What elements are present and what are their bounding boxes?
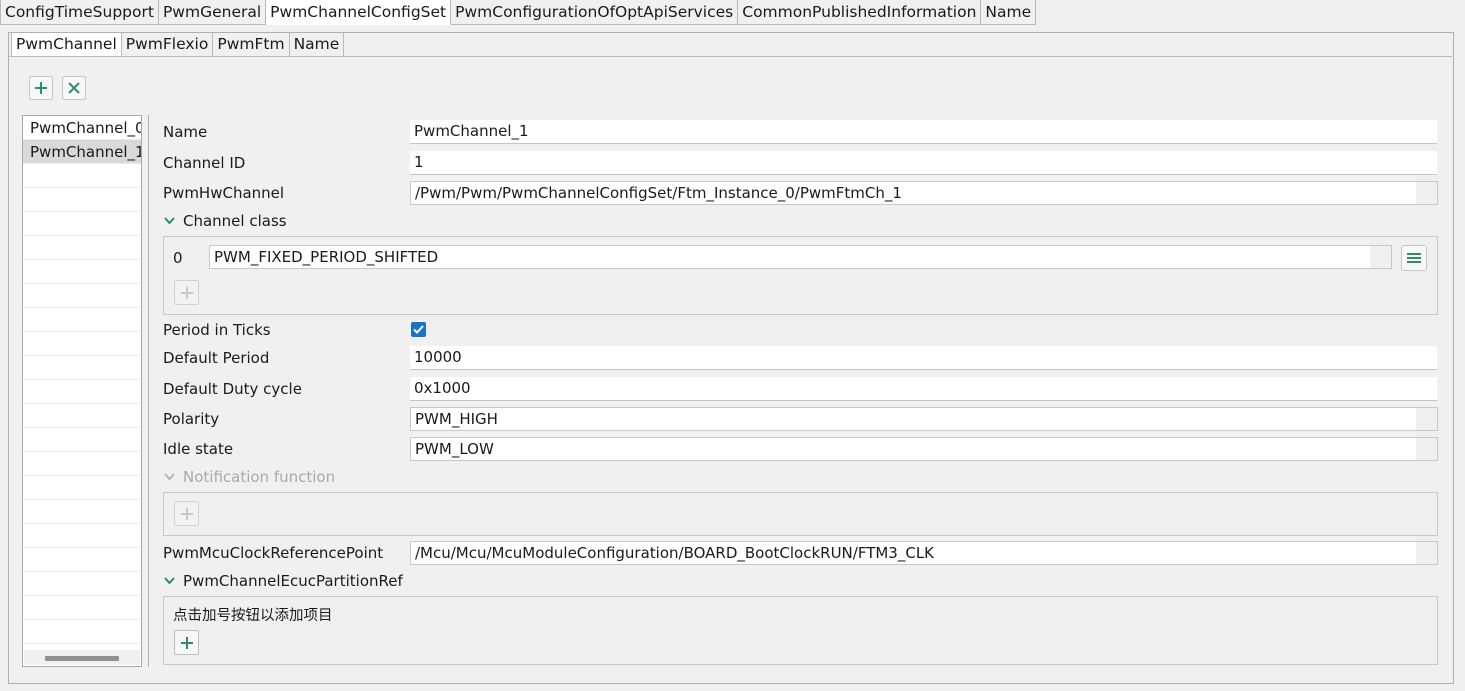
hw-channel-field[interactable]: /Pwm/Pwm/PwmChannelConfigSet/Ftm_Instanc…	[410, 181, 1438, 205]
chevron-down-icon	[164, 217, 175, 225]
clock-ref-picker[interactable]	[1416, 542, 1437, 564]
notification-add-button[interactable]	[174, 501, 199, 526]
channel-class-value: PWM_FIXED_PERIOD_SHIFTED	[214, 248, 439, 266]
polarity-value: PWM_HIGH	[415, 410, 498, 428]
list-empty-row	[23, 572, 141, 596]
idle-state-value: PWM_LOW	[415, 440, 494, 458]
scrollbar-thumb[interactable]	[45, 656, 119, 661]
idle-state-label: Idle state	[163, 440, 234, 458]
list-empty-row	[23, 596, 141, 620]
list-horizontal-scrollbar[interactable]	[24, 650, 140, 665]
list-empty-row	[23, 428, 141, 452]
list-empty-row	[23, 500, 141, 524]
tab-common-published-information[interactable]: CommonPublishedInformation	[738, 0, 982, 25]
list-empty-row	[23, 188, 141, 212]
list-empty-row	[23, 164, 141, 188]
channel-class-index: 0	[173, 249, 183, 267]
list-empty-row	[23, 524, 141, 548]
tab-pwm-configuration-of-opt-api-services[interactable]: PwmConfigurationOfOptApiServices	[451, 0, 739, 25]
list-empty-row	[23, 404, 141, 428]
name-field[interactable]: PwmChannel_1	[410, 120, 1437, 144]
list-item-pwm-channel-1[interactable]: PwmChannel_1	[23, 140, 141, 164]
subtab-pwm-ftm[interactable]: PwmFtm	[213, 33, 290, 56]
default-period-field[interactable]: 10000	[410, 346, 1437, 370]
list-empty-row	[23, 260, 141, 284]
x-icon	[68, 82, 80, 94]
list-empty-row	[23, 380, 141, 404]
partition-ref-title: PwmChannelEcucPartitionRef	[183, 572, 403, 590]
subtab-pwm-channel[interactable]: PwmChannel	[11, 33, 122, 56]
channel-list[interactable]: PwmChannel_0 PwmChannel_1	[22, 115, 142, 667]
list-item-pwm-channel-0[interactable]: PwmChannel_0	[23, 116, 141, 140]
partition-ref-hint: 点击加号按钮以添加项目	[173, 608, 333, 624]
default-duty-field[interactable]: 0x1000	[410, 377, 1437, 401]
notification-section-header[interactable]: Notification function	[164, 468, 335, 486]
clock-ref-label: PwmMcuClockReferencePoint	[163, 544, 384, 562]
polarity-label: Polarity	[163, 410, 220, 428]
sub-tab-bar: PwmChannel PwmFlexio PwmFtm Name	[11, 33, 345, 57]
idle-state-select[interactable]: PWM_LOW	[410, 437, 1438, 461]
channel-class-add-button[interactable]	[174, 280, 199, 305]
plus-icon	[35, 82, 47, 94]
checkmark-icon	[413, 325, 424, 334]
channel-class-field[interactable]: PWM_FIXED_PERIOD_SHIFTED	[209, 245, 1392, 269]
polarity-dropdown[interactable]	[1416, 408, 1437, 430]
tab-config-time-support[interactable]: ConfigTimeSupport	[0, 0, 159, 25]
hw-channel-label: PwmHwChannel	[163, 184, 285, 202]
partition-ref-group	[163, 596, 1438, 665]
period-in-ticks-label: Period in Ticks	[163, 321, 271, 339]
tab-name[interactable]: Name	[981, 0, 1037, 25]
chevron-down-icon	[164, 473, 175, 481]
list-empty-row	[23, 332, 141, 356]
list-empty-row	[23, 308, 141, 332]
hw-channel-value: /Pwm/Pwm/PwmChannelConfigSet/Ftm_Instanc…	[415, 184, 902, 202]
chevron-down-icon	[164, 577, 175, 585]
list-empty-row	[23, 284, 141, 308]
subtab-pwm-flexio[interactable]: PwmFlexio	[122, 33, 214, 56]
idle-state-dropdown[interactable]	[1416, 438, 1437, 460]
remove-channel-button[interactable]	[62, 76, 86, 100]
hamburger-menu-icon	[1407, 253, 1421, 263]
list-empty-row	[23, 212, 141, 236]
name-label: Name	[163, 123, 208, 141]
list-empty-row	[23, 548, 141, 572]
period-in-ticks-checkbox[interactable]	[411, 322, 426, 337]
channel-class-dropdown[interactable]	[1370, 246, 1391, 268]
list-empty-row	[23, 620, 141, 644]
pane-divider[interactable]	[148, 115, 149, 667]
polarity-select[interactable]: PWM_HIGH	[410, 407, 1438, 431]
subtab-divider	[9, 56, 1452, 57]
notification-title: Notification function	[183, 468, 336, 486]
channel-class-title: Channel class	[183, 212, 287, 230]
add-channel-button[interactable]	[29, 76, 53, 100]
plus-icon	[180, 507, 193, 520]
top-tab-bar: ConfigTimeSupport PwmGeneral PwmChannelC…	[0, 0, 1037, 25]
list-empty-row	[23, 356, 141, 380]
subtab-name[interactable]: Name	[290, 33, 345, 56]
reference-picker[interactable]	[1416, 182, 1437, 204]
list-empty-row	[23, 452, 141, 476]
channel-class-section-header[interactable]: Channel class	[164, 212, 287, 230]
list-empty-row	[23, 236, 141, 260]
tab-pwm-general[interactable]: PwmGeneral	[158, 0, 267, 25]
channel-id-label: Channel ID	[163, 154, 246, 172]
channel-id-field[interactable]: 1	[410, 151, 1437, 175]
clock-ref-field[interactable]: /Mcu/Mcu/McuModuleConfiguration/BOARD_Bo…	[410, 541, 1438, 565]
list-empty-row	[23, 476, 141, 500]
partition-ref-section-header[interactable]: PwmChannelEcucPartitionRef	[164, 572, 403, 590]
clock-ref-value: /Mcu/Mcu/McuModuleConfiguration/BOARD_Bo…	[415, 544, 935, 562]
plus-icon	[180, 636, 193, 649]
plus-icon	[180, 286, 193, 299]
default-period-label: Default Period	[163, 349, 270, 367]
notification-group	[163, 492, 1438, 536]
tab-pwm-channel-config-set[interactable]: PwmChannelConfigSet	[266, 0, 452, 25]
partition-ref-add-button[interactable]	[174, 630, 199, 655]
default-duty-label: Default Duty cycle	[163, 380, 302, 398]
channel-class-menu-button[interactable]	[1401, 245, 1427, 271]
